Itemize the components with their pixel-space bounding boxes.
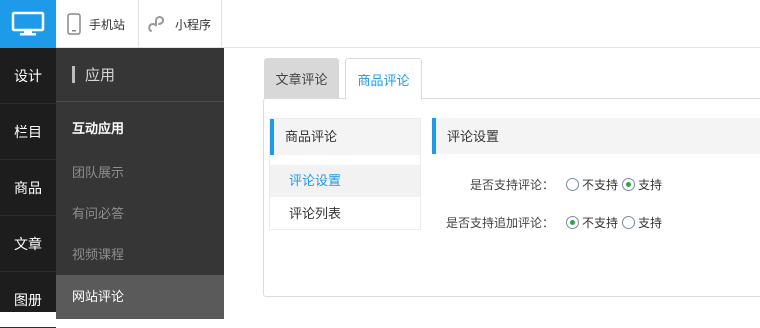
nav-group-title: 互动应用 — [72, 121, 125, 136]
setting-row-comments: 是否支持评论： 不支持 支持 — [432, 172, 760, 196]
radio-option-support[interactable]: 支持 — [622, 214, 662, 231]
radio-label: 不支持 — [582, 215, 619, 230]
nav-item-columns[interactable]: 栏目 — [0, 104, 56, 160]
nav-item-albums[interactable]: 图册 — [0, 272, 56, 328]
tab-product-comments[interactable]: 商品评论 — [345, 58, 422, 100]
setting-label: 是否支持追加评论： — [445, 215, 554, 230]
mobile-site-button[interactable]: 手机站 — [56, 0, 139, 48]
setting-row-append-comments: 是否支持追加评论： 不支持 支持 — [432, 210, 760, 234]
nav-item-products[interactable]: 商品 — [0, 160, 56, 216]
mini-program-label: 小程序 — [175, 17, 212, 32]
submenu-item-settings[interactable]: 评论设置 — [270, 165, 420, 197]
secondary-nav: 应用 互动应用 团队展示 有问必答 视频课程 网站评论 — [56, 48, 224, 319]
secondary-nav-header: 应用 — [56, 48, 224, 102]
mobile-site-label: 手机站 — [89, 17, 126, 32]
mini-program-icon — [147, 14, 167, 34]
radio-option-not-support[interactable]: 不支持 — [566, 214, 618, 231]
desktop-monitor-icon — [11, 11, 45, 36]
submenu-title: 商品评论 — [270, 119, 420, 155]
nav2-item-comments[interactable]: 网站评论 — [56, 275, 224, 319]
radio-button[interactable] — [566, 177, 579, 191]
top-bar: 手机站 小程序 — [0, 0, 760, 48]
nav-item-design[interactable]: 设计 — [0, 48, 56, 104]
radio-option-support[interactable]: 支持 — [622, 176, 662, 193]
primary-nav: 设计 栏目 商品 文章 图册 — [0, 48, 56, 328]
radio-label: 不支持 — [582, 177, 619, 192]
radio-button-selected[interactable] — [566, 215, 579, 229]
secondary-nav-title: 应用 — [85, 67, 116, 84]
radio-label: 支持 — [638, 177, 663, 192]
nav-item-articles[interactable]: 文章 — [0, 216, 56, 272]
tab-article-comments[interactable]: 文章评论 — [264, 58, 339, 99]
comment-submenu: 商品评论 评论设置 评论列表 — [269, 118, 421, 230]
nav2-item-video[interactable]: 视频课程 — [56, 234, 224, 275]
radio-button-selected[interactable] — [622, 177, 636, 191]
nav2-item-team[interactable]: 团队展示 — [56, 152, 224, 193]
mini-program-button[interactable]: 小程序 — [139, 0, 222, 48]
header-bar-marker — [72, 66, 75, 83]
radio-label: 支持 — [638, 215, 663, 230]
radio-button[interactable] — [622, 215, 636, 229]
pc-site-button[interactable] — [0, 0, 56, 48]
radio-option-not-support[interactable]: 不支持 — [566, 176, 618, 193]
submenu-item-list[interactable]: 评论列表 — [270, 198, 420, 230]
setting-label: 是否支持评论： — [469, 177, 554, 192]
settings-panel-title: 评论设置 — [432, 118, 760, 154]
nav2-item-qa[interactable]: 有问必答 — [56, 193, 224, 234]
mobile-phone-icon — [67, 13, 81, 35]
